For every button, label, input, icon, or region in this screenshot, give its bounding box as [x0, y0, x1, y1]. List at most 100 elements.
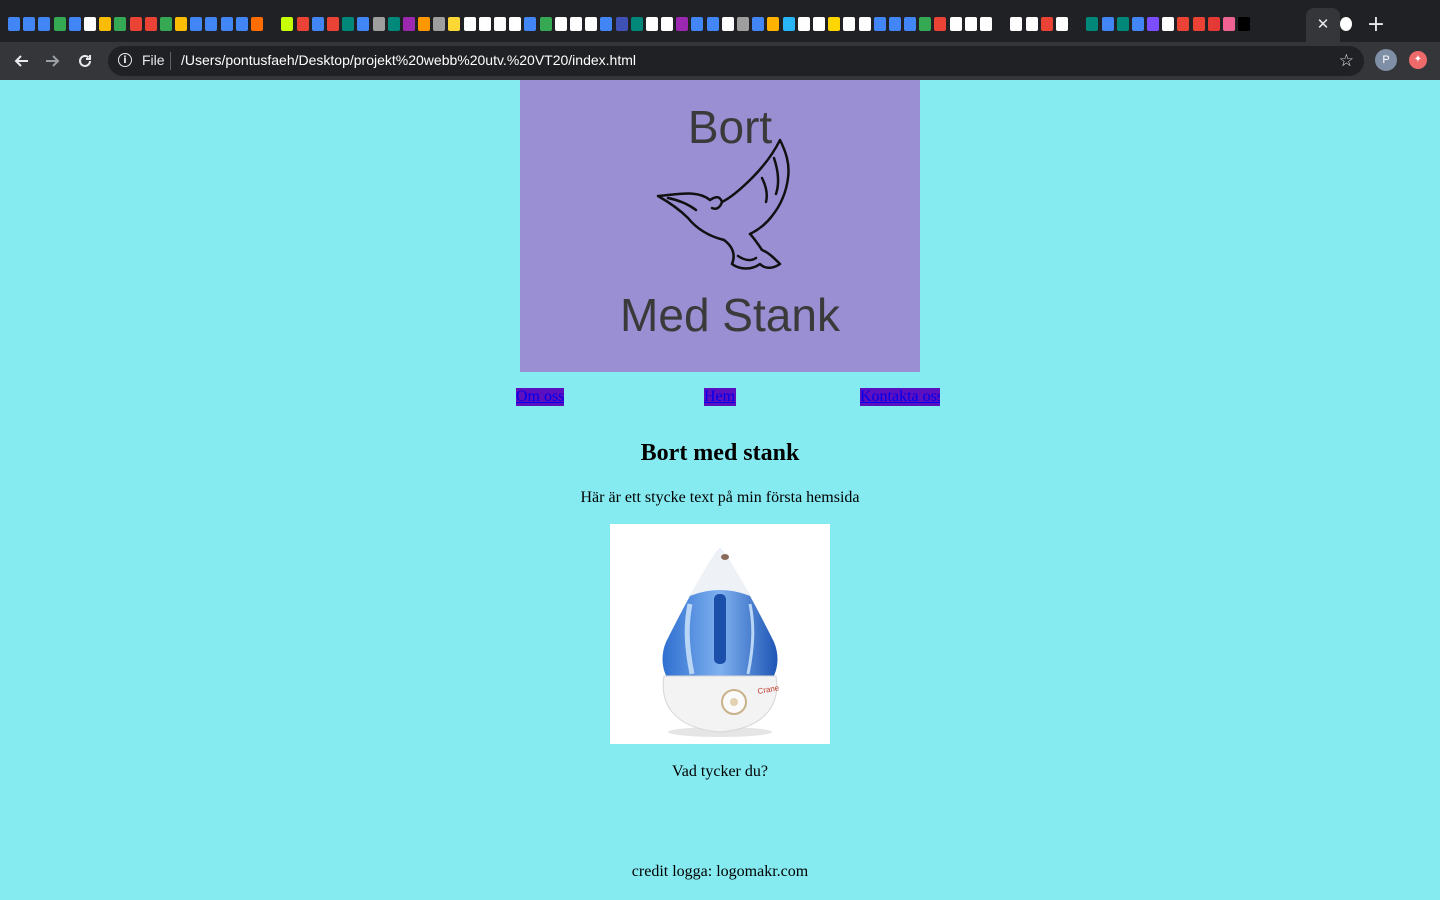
pinned-tab-favicon[interactable] — [1192, 17, 1205, 31]
pinned-tab-favicon[interactable] — [812, 17, 825, 31]
pinned-tab-favicon[interactable] — [205, 17, 218, 31]
url-text[interactable]: /Users/pontusfaeh/Desktop/projekt%20webb… — [181, 52, 636, 68]
pinned-tab-favicon[interactable] — [448, 17, 461, 31]
nav-link-om-oss[interactable]: Om oss — [516, 388, 564, 406]
pinned-tab-favicon[interactable] — [919, 17, 932, 31]
pinned-tab-favicon[interactable] — [676, 17, 689, 31]
pinned-tab-favicon[interactable] — [433, 17, 446, 31]
extension-icon[interactable]: ✦ — [1409, 51, 1427, 69]
pinned-tab-favicon[interactable] — [311, 17, 324, 31]
back-arrow-icon[interactable] — [8, 48, 34, 74]
pinned-tab-favicon[interactable] — [873, 17, 886, 31]
pinned-tab-favicon[interactable] — [1223, 17, 1235, 31]
pinned-tab-favicon[interactable] — [326, 17, 339, 31]
pinned-tab-favicon[interactable] — [114, 17, 127, 31]
address-bar[interactable]: i File /Users/pontusfaeh/Desktop/projekt… — [108, 46, 1364, 76]
forward-arrow-icon[interactable] — [40, 48, 66, 74]
pinned-tab-favicon[interactable] — [615, 17, 628, 31]
pinned-tab-favicon[interactable] — [585, 17, 598, 31]
pinned-tab-favicon[interactable] — [1025, 17, 1038, 31]
pinned-tab-favicon[interactable] — [494, 17, 506, 31]
pinned-tab-favicon[interactable] — [539, 17, 552, 31]
new-tab-button[interactable]: + — [1364, 12, 1388, 38]
star-icon[interactable]: ☆ — [1339, 50, 1354, 72]
nav-link-kontakta-oss[interactable]: Kontakta oss — [860, 388, 940, 406]
pinned-tab-favicon[interactable] — [266, 17, 279, 31]
pinned-tab-favicon[interactable] — [706, 17, 719, 31]
pinned-tab-favicon[interactable] — [99, 17, 112, 31]
pinned-tab-favicon[interactable] — [995, 17, 1008, 31]
pinned-tab-favicon[interactable] — [1131, 17, 1144, 31]
info-icon[interactable]: i — [118, 53, 132, 67]
pinned-tab-favicon[interactable] — [1010, 17, 1023, 31]
pinned-tab-favicon[interactable] — [630, 17, 643, 31]
dove-icon — [656, 138, 790, 270]
pinned-tab-favicon[interactable] — [144, 17, 157, 31]
pinned-tab-favicon[interactable] — [129, 17, 142, 31]
pinned-tab-favicon[interactable] — [1147, 17, 1160, 31]
pinned-tab-favicon[interactable] — [904, 17, 917, 31]
tab-close-icon[interactable]: ✕ — [1316, 14, 1330, 34]
pinned-tab-favicon[interactable] — [1238, 17, 1251, 31]
pinned-tab-favicon[interactable] — [524, 17, 537, 31]
pinned-tab-favicon[interactable] — [1177, 17, 1190, 31]
pinned-tab-favicon[interactable] — [858, 17, 871, 31]
reload-icon[interactable] — [72, 48, 98, 74]
pinned-tab-favicon[interactable] — [691, 17, 704, 31]
nav-link-hem[interactable]: Hem — [704, 388, 736, 406]
pinned-tab-favicon[interactable] — [83, 17, 96, 31]
pinned-tab-favicon[interactable] — [23, 17, 36, 31]
pinned-tab-favicon[interactable] — [53, 17, 66, 31]
pinned-tab-favicon[interactable] — [68, 17, 81, 31]
pinned-tab-favicon[interactable] — [357, 17, 370, 31]
pinned-tab-favicon[interactable] — [509, 17, 522, 31]
pinned-tab-favicon[interactable] — [1101, 17, 1114, 31]
pinned-tab-favicon[interactable] — [296, 17, 309, 31]
pinned-tab-favicon[interactable] — [980, 17, 992, 31]
pinned-tab-favicon[interactable] — [372, 17, 385, 31]
pinned-tab-favicon[interactable] — [478, 17, 491, 31]
pinned-tab-favicon[interactable] — [797, 17, 810, 31]
pinned-tab-favicon[interactable] — [888, 17, 901, 31]
pinned-tab-favicon[interactable] — [220, 17, 233, 31]
pinned-tab-favicon[interactable] — [661, 17, 674, 31]
pinned-tab-favicon[interactable] — [251, 17, 263, 31]
pinned-tab-favicon[interactable] — [8, 17, 20, 31]
pinned-tab-favicon[interactable] — [964, 17, 977, 31]
pinned-tab-favicon[interactable] — [1071, 17, 1084, 31]
pinned-tab-favicon[interactable] — [737, 17, 749, 31]
pinned-tab-favicon[interactable] — [1040, 17, 1053, 31]
profile-avatar[interactable]: P — [1375, 49, 1397, 71]
pinned-tab-favicon[interactable] — [159, 17, 172, 31]
tab-strip: ✕ + — [0, 0, 1440, 42]
pinned-tab-favicon[interactable] — [1116, 17, 1129, 31]
pinned-tab-favicon[interactable] — [1055, 17, 1068, 31]
pinned-tab-favicon[interactable] — [843, 17, 856, 31]
pinned-tab-favicon[interactable] — [1086, 17, 1099, 31]
pinned-tab-favicon[interactable] — [752, 17, 765, 31]
pinned-tab-favicon[interactable] — [721, 17, 734, 31]
pinned-tab-favicon[interactable] — [418, 17, 431, 31]
pinned-tab-favicons[interactable] — [8, 17, 1308, 33]
pinned-tab-favicon[interactable] — [1207, 17, 1220, 31]
pinned-tab-favicon[interactable] — [235, 17, 248, 31]
pinned-tab-favicon[interactable] — [190, 17, 203, 31]
pinned-tab-favicon[interactable] — [1162, 17, 1175, 31]
pinned-tab-favicon[interactable] — [402, 17, 415, 31]
pinned-tab-favicon[interactable] — [645, 17, 658, 31]
pinned-tab-favicon[interactable] — [569, 17, 582, 31]
pinned-tab-favicon[interactable] — [463, 17, 476, 31]
pinned-tab-favicon[interactable] — [281, 17, 294, 31]
pinned-tab-favicon[interactable] — [782, 17, 795, 31]
tab-favicon[interactable] — [1340, 17, 1352, 31]
pinned-tab-favicon[interactable] — [38, 17, 51, 31]
pinned-tab-favicon[interactable] — [387, 17, 400, 31]
pinned-tab-favicon[interactable] — [767, 17, 780, 31]
pinned-tab-favicon[interactable] — [949, 17, 962, 31]
pinned-tab-favicon[interactable] — [342, 17, 355, 31]
pinned-tab-favicon[interactable] — [828, 17, 841, 31]
pinned-tab-favicon[interactable] — [554, 17, 567, 31]
pinned-tab-favicon[interactable] — [175, 17, 188, 31]
pinned-tab-favicon[interactable] — [600, 17, 613, 31]
pinned-tab-favicon[interactable] — [934, 17, 947, 31]
